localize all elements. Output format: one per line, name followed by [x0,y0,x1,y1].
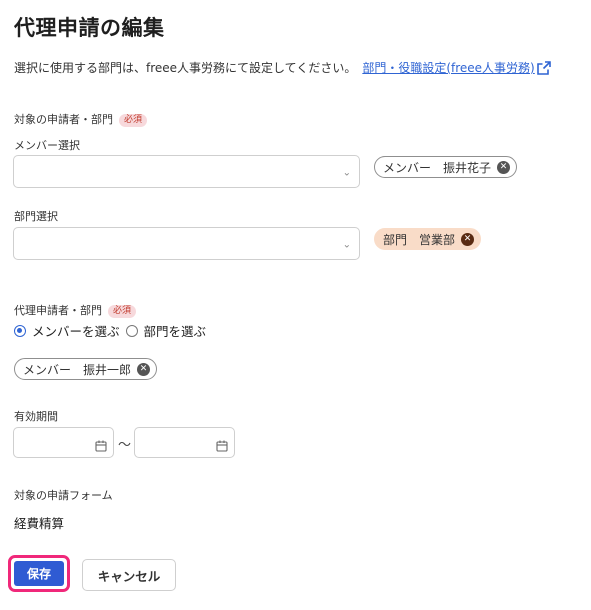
target-member-chip: メンバー 振井花子 ✕ [374,156,518,178]
dept-select[interactable]: ⌄ [13,227,360,260]
save-button-highlight: 保存 [8,555,70,592]
target-section-title: 対象の申請者・部門 [14,113,113,126]
member-select-label: メンバー選択 [14,139,80,152]
chip-label: 部門 営業部 [383,232,456,247]
required-badge: 必須 [108,305,137,318]
proxy-type-radio-group: メンバーを選ぶ 部門を選ぶ [14,321,206,340]
date-separator: 〜 [118,438,132,453]
description-text: 選択に使用する部門は、freee人事労務にて設定してください。 [14,61,357,75]
required-badge: 必須 [119,114,148,127]
form-value: 経費精算 [14,516,65,531]
remove-chip-icon[interactable]: ✕ [461,232,475,246]
page-description: 選択に使用する部門は、freee人事労務にて設定してください。 部門・役職設定(f… [14,59,551,78]
start-date-input[interactable] [13,427,114,458]
radio-dept[interactable] [125,324,138,337]
proxy-section-label: 代理申請者・部門 必須 [14,302,137,318]
remove-chip-icon[interactable]: ✕ [497,160,511,174]
page-title: 代理申請の編集 [14,16,165,40]
settings-link-label: 部門・役職設定(freee人事労務) [362,61,535,75]
chip-label: メンバー 振井一郎 [23,362,132,377]
proxy-member-chip: メンバー 振井一郎 ✕ [14,358,158,380]
period-label: 有効期間 [14,410,58,423]
cancel-button[interactable]: キャンセル [82,559,176,591]
form-label: 対象の申請フォーム [14,489,113,502]
radio-dept-label[interactable]: 部門を選ぶ [144,321,207,340]
target-dept-chip: 部門 営業部 ✕ [374,228,482,250]
external-link-icon[interactable] [536,61,551,78]
chevron-down-icon: ⌄ [342,239,351,251]
chip-label: メンバー 振井花子 [383,160,492,175]
dept-select-label: 部門選択 [14,210,58,223]
radio-member-label[interactable]: メンバーを選ぶ [32,321,120,340]
target-section-label: 対象の申請者・部門 必須 [14,111,148,127]
department-settings-link[interactable]: 部門・役職設定(freee人事労務) [362,61,534,75]
remove-chip-icon[interactable]: ✕ [137,362,151,376]
calendar-icon[interactable] [95,437,107,456]
end-date-input[interactable] [134,427,235,458]
save-button[interactable]: 保存 [14,561,64,586]
member-select[interactable]: ⌄ [13,155,360,188]
radio-member[interactable] [14,324,26,337]
chevron-down-icon: ⌄ [342,167,351,179]
calendar-icon[interactable] [216,437,228,456]
proxy-section-title: 代理申請者・部門 [14,304,102,317]
